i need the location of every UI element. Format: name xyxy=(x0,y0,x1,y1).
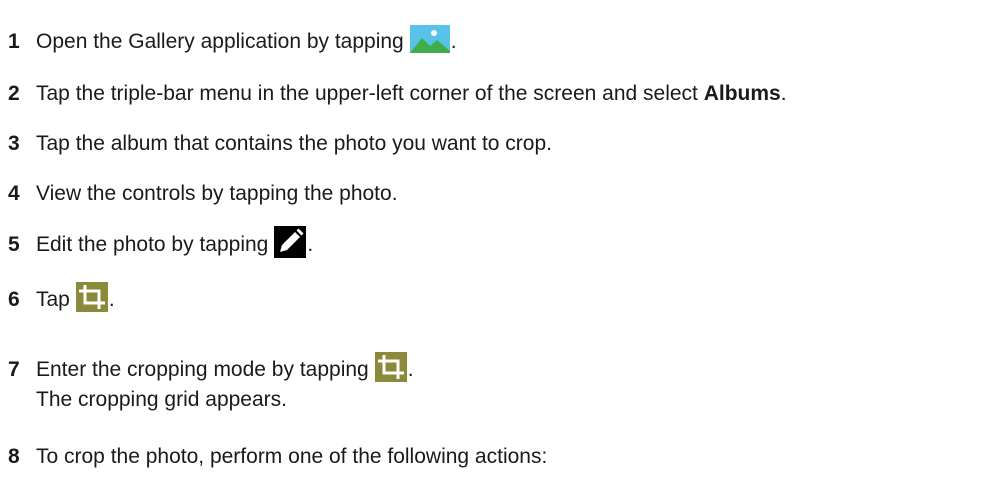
step-text: Tap the triple-bar menu in the upper-lef… xyxy=(36,82,704,105)
step-text: Edit the photo by tapping xyxy=(36,233,269,256)
step-number: 8 xyxy=(8,445,20,468)
step-number: 4 xyxy=(8,182,20,205)
gallery-icon xyxy=(409,25,450,59)
step-text: Tap the album that contains the photo yo… xyxy=(36,132,552,155)
step-number: 5 xyxy=(8,233,20,256)
trailing-period: . xyxy=(780,82,787,105)
pencil-icon xyxy=(274,226,307,264)
step-text: View the controls by tapping the photo. xyxy=(36,182,398,205)
step-number: 2 xyxy=(8,82,20,105)
trailing-period: . xyxy=(307,233,314,256)
step-text: Open the Gallery application by tapping xyxy=(36,30,404,53)
trailing-period: . xyxy=(450,30,457,53)
step-number: 7 xyxy=(8,358,20,381)
crop-icon xyxy=(75,282,108,318)
instruction-list: 1 Open the Gallery application by tappin… xyxy=(0,0,1005,483)
trailing-period: . xyxy=(108,288,115,311)
step-number: 3 xyxy=(8,132,20,155)
step-7-note: The cropping grid appears. xyxy=(36,388,287,411)
step-text: To crop the photo, perform one of the fo… xyxy=(36,445,548,468)
step-number: 1 xyxy=(8,30,20,53)
albums-label: Albums xyxy=(703,82,781,105)
step-text: Tap xyxy=(36,288,70,311)
trailing-period: . xyxy=(407,358,414,381)
step-number: 6 xyxy=(8,288,20,311)
step-text: Enter the cropping mode by tapping xyxy=(36,358,369,381)
crop-icon xyxy=(374,352,407,388)
